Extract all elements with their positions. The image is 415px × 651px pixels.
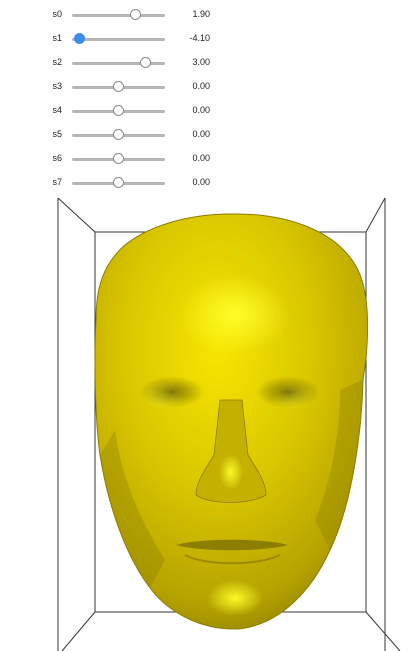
slider-value: -4.10 xyxy=(189,33,210,43)
slider-s6[interactable] xyxy=(72,153,165,164)
slider-row-s1: s1 -4.10 xyxy=(0,26,415,50)
slider-value: 0.00 xyxy=(192,153,210,163)
slider-s5[interactable] xyxy=(72,129,165,140)
face-render xyxy=(57,197,401,651)
slider-label: s5 xyxy=(52,129,62,139)
slider-row-s0: s0 1.90 xyxy=(0,2,415,26)
slider-row-s6: s6 0.00 xyxy=(0,146,415,170)
slider-s7[interactable] xyxy=(72,177,165,188)
slider-s2[interactable] xyxy=(72,57,165,68)
slider-thumb[interactable] xyxy=(112,177,124,188)
slider-panel: s0 1.90 s1 -4.10 s2 3.00 s3 0.00 s4 0.00… xyxy=(0,0,415,192)
slider-s0[interactable] xyxy=(72,9,165,20)
slider-label: s1 xyxy=(52,33,62,43)
slider-s1[interactable] xyxy=(72,33,165,44)
slider-thumb[interactable] xyxy=(112,153,124,164)
slider-value: 0.00 xyxy=(192,105,210,115)
slider-row-s3: s3 0.00 xyxy=(0,74,415,98)
slider-value: 0.00 xyxy=(192,81,210,91)
slider-value: 0.00 xyxy=(192,129,210,139)
slider-thumb[interactable] xyxy=(112,81,124,92)
slider-row-s5: s5 0.00 xyxy=(0,122,415,146)
slider-row-s2: s2 3.00 xyxy=(0,50,415,74)
slider-label: s3 xyxy=(52,81,62,91)
slider-label: s4 xyxy=(52,105,62,115)
slider-thumb[interactable] xyxy=(112,105,124,116)
slider-value: 0.00 xyxy=(192,177,210,187)
slider-row-s7: s7 0.00 xyxy=(0,170,415,194)
slider-s4[interactable] xyxy=(72,105,165,116)
slider-label: s6 xyxy=(52,153,62,163)
slider-thumb[interactable] xyxy=(112,129,124,140)
slider-thumb[interactable] xyxy=(74,33,86,44)
slider-s3[interactable] xyxy=(72,81,165,92)
slider-thumb[interactable] xyxy=(140,57,152,68)
slider-label: s0 xyxy=(52,9,62,19)
3d-viewport[interactable] xyxy=(0,192,415,651)
slider-value: 3.00 xyxy=(192,57,210,67)
slider-value: 1.90 xyxy=(192,9,210,19)
slider-label: s7 xyxy=(52,177,62,187)
slider-row-s4: s4 0.00 xyxy=(0,98,415,122)
face-mesh xyxy=(94,213,369,630)
slider-label: s2 xyxy=(52,57,62,67)
slider-thumb[interactable] xyxy=(130,9,142,20)
